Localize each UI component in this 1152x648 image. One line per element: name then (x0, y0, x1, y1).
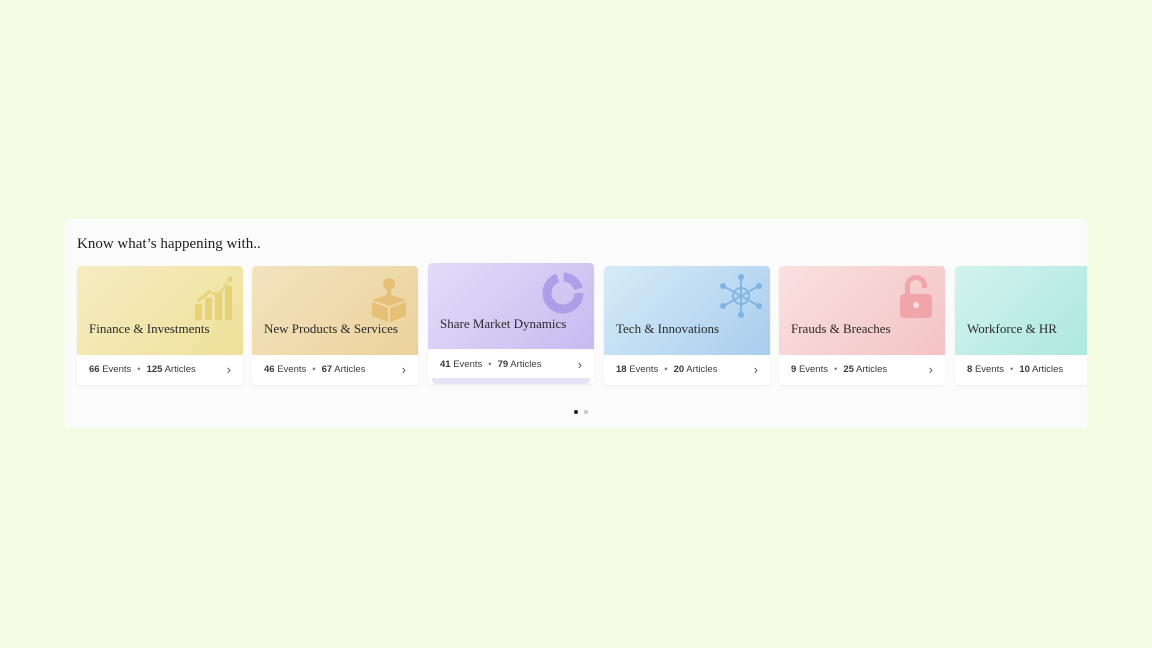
events-label: Events (629, 364, 659, 375)
card-title: New Products & Services (264, 321, 398, 336)
articles-label: Articles (510, 359, 542, 370)
product-box-icon (372, 278, 406, 322)
topic-card-share-market[interactable]: Share Market Dynamics 41 Events • 79 Artic… (428, 263, 594, 384)
articles-count: 125 (146, 364, 163, 375)
topic-card-finance[interactable]: Finance & Investments 66 Events • 125 Arti… (77, 266, 243, 385)
card-title: Finance & Investments (89, 321, 210, 336)
card-header: Finance & Investments (77, 266, 243, 355)
chevron-right-icon[interactable]: › (227, 362, 231, 377)
events-count: 18 (616, 364, 627, 375)
card-header: Tech & Innovations (604, 266, 770, 355)
topics-panel: Know what’s happening with.. Finance & I… (65, 219, 1087, 428)
events-label: Events (974, 364, 1004, 375)
carousel-pager (574, 401, 594, 414)
events-label: Events (453, 359, 483, 370)
card-stats: 66 Events • 125 Articles › (89, 362, 231, 377)
chevron-right-icon[interactable]: › (402, 362, 406, 377)
articles-count: 67 (321, 364, 333, 375)
articles-count: 25 (843, 364, 854, 375)
card-header: Frauds & Breaches (779, 266, 945, 355)
chevron-right-icon[interactable]: › (578, 357, 582, 372)
card-title: Tech & Innovations (616, 321, 720, 336)
articles-label: Articles (1032, 364, 1064, 375)
padlock-icon (900, 275, 932, 318)
card-title: Frauds & Breaches (791, 321, 891, 336)
articles-count: 20 (673, 364, 685, 375)
topic-card-frauds[interactable]: Frauds & Breaches 9 Events • 25 Articles › (779, 266, 945, 385)
growth-chart-icon (195, 276, 232, 320)
events-count: 8 (967, 364, 973, 375)
events-label: Events (277, 364, 307, 375)
events-count: 9 (791, 364, 797, 375)
articles-label: Articles (334, 364, 366, 375)
card-stats: 18 Events • 20 Articles › (616, 362, 758, 377)
card-stats: 41 Events • 79 Articles › (440, 357, 582, 372)
card-header: Workforce & HR (955, 266, 1087, 355)
events-label: Events (102, 364, 132, 375)
section-heading: Know what’s happening with.. (77, 236, 261, 252)
events-count: 66 (89, 364, 100, 375)
pager-dot-1[interactable] (574, 410, 578, 414)
chevron-right-icon[interactable]: › (754, 362, 758, 377)
card-stats: 9 Events • 25 Articles › (791, 362, 933, 377)
donut-chart-icon (542, 272, 584, 314)
articles-count: 79 (497, 359, 509, 370)
card-title: Workforce & HR (967, 321, 1057, 336)
events-label: Events (798, 364, 828, 375)
card-header: New Products & Services (252, 266, 418, 355)
network-icon (720, 274, 762, 318)
articles-label: Articles (856, 364, 888, 375)
chevron-right-icon[interactable]: › (929, 362, 933, 377)
events-count: 41 (440, 359, 451, 370)
articles-label: Articles (686, 364, 718, 375)
topic-card-tech[interactable]: Tech & Innovations 18 Events • 20 Articles… (604, 266, 770, 385)
topic-card-workforce[interactable]: Workforce & HR 8 Events•10 Articles › (955, 266, 1087, 385)
card-stats: 8 Events•10 Articles › (967, 364, 1064, 375)
events-count: 46 (264, 364, 275, 375)
articles-label: Articles (164, 364, 196, 375)
topic-card-products[interactable]: New Products & Services 46 Events • 67 Art… (252, 266, 418, 385)
pager-dot-2[interactable] (584, 410, 588, 414)
card-header: Share Market Dynamics (428, 263, 594, 349)
card-stats: 46 Events • 67 Articles › (264, 362, 406, 377)
card-title: Share Market Dynamics (440, 316, 567, 331)
articles-count: 10 (1019, 364, 1030, 375)
